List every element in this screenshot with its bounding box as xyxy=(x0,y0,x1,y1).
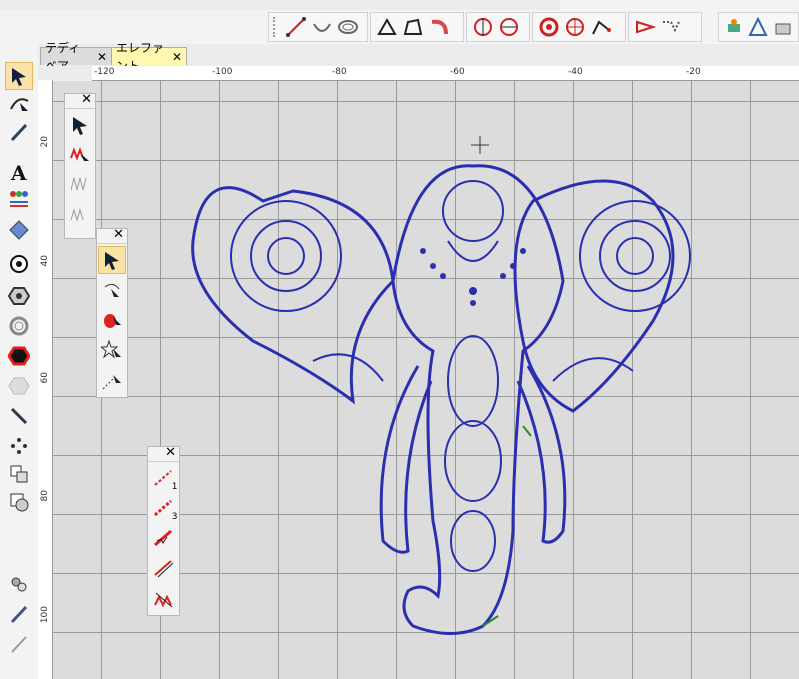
run1-icon[interactable]: 1 xyxy=(150,464,178,492)
h-tick: -80 xyxy=(332,67,347,77)
stitch-panel-1: ✕ xyxy=(64,92,96,239)
panel-header: ✕ xyxy=(97,227,127,244)
toolbar-group-fold xyxy=(628,12,702,42)
tab-teddy[interactable]: テディベア ✕ xyxy=(40,41,112,73)
pins-icon[interactable] xyxy=(5,570,33,598)
menu-strip xyxy=(0,0,560,10)
satellite-icon[interactable] xyxy=(723,15,745,39)
spiral-ring-icon[interactable] xyxy=(5,312,33,340)
close-icon[interactable]: ✕ xyxy=(113,227,124,242)
wheel-icon[interactable] xyxy=(537,15,561,39)
fill-icon[interactable] xyxy=(150,584,178,612)
v-tick: 40 xyxy=(40,255,50,267)
h-tick: -40 xyxy=(568,67,583,77)
cut-icon[interactable] xyxy=(471,15,495,39)
run-count: 1 xyxy=(171,482,178,492)
dots-icon[interactable] xyxy=(5,432,33,460)
satin-icon[interactable] xyxy=(150,554,178,582)
close-icon[interactable]: ✕ xyxy=(172,48,182,66)
polygon-icon[interactable] xyxy=(401,15,425,39)
run3-icon[interactable]: 3 xyxy=(150,494,178,522)
zigzag-icon[interactable] xyxy=(66,141,94,169)
monogram-icon[interactable] xyxy=(5,216,33,244)
close-icon[interactable]: ✕ xyxy=(97,48,107,66)
pen2-icon[interactable] xyxy=(5,630,33,658)
vertex-icon[interactable] xyxy=(589,15,613,39)
h-tick: -60 xyxy=(450,67,465,77)
arc-icon[interactable] xyxy=(427,15,451,39)
stitch-b-icon[interactable] xyxy=(66,201,94,229)
hex-plain-icon[interactable] xyxy=(5,372,33,400)
close-icon[interactable]: ✕ xyxy=(165,445,176,460)
document-tabs: テディベア ✕ エレファント ✕ xyxy=(38,41,799,73)
left-toolbar: A xyxy=(0,44,39,679)
node-edit-icon[interactable] xyxy=(375,15,399,39)
curve-icon[interactable] xyxy=(310,15,334,39)
line-icon[interactable] xyxy=(284,15,308,39)
toolbar-group-edit xyxy=(718,12,799,42)
rotate-icon[interactable] xyxy=(98,276,126,304)
text-icon[interactable]: A xyxy=(5,158,33,186)
crane-icon[interactable] xyxy=(772,15,794,39)
h-tick: -20 xyxy=(686,67,701,77)
circle-icon[interactable] xyxy=(5,250,33,278)
run-stitch-panel: ✕ 1 3 xyxy=(147,445,180,616)
stitch-a-icon[interactable] xyxy=(66,171,94,199)
spiral-icon[interactable] xyxy=(336,15,360,39)
run-count: 3 xyxy=(171,512,178,522)
split-icon[interactable] xyxy=(497,15,521,39)
fold-icon[interactable] xyxy=(633,15,657,39)
crosshair-cursor-icon xyxy=(471,136,489,154)
hexagon-icon[interactable] xyxy=(5,282,33,310)
red-hexagon-icon[interactable] xyxy=(5,342,33,370)
shapes-icon[interactable] xyxy=(5,488,33,516)
v-tick: 80 xyxy=(40,490,50,502)
ruler-corner xyxy=(38,66,92,80)
h-tick: -120 xyxy=(94,67,115,77)
vertical-ruler: 20 40 60 80 100 xyxy=(38,80,53,679)
sel-icon[interactable] xyxy=(66,111,94,139)
line-arrow-icon[interactable] xyxy=(98,366,126,394)
compass-icon[interactable] xyxy=(563,15,587,39)
arrow-icon[interactable] xyxy=(98,246,126,274)
frame-icon[interactable] xyxy=(5,460,33,488)
reshape-icon[interactable] xyxy=(5,90,33,118)
toolbar-group-draw xyxy=(268,12,368,42)
close-icon[interactable]: ✕ xyxy=(81,92,92,107)
h-tick: -100 xyxy=(212,67,233,77)
panel-header: ✕ xyxy=(65,92,95,109)
people-icon[interactable] xyxy=(5,184,33,212)
toolbar-group-cut xyxy=(466,12,530,42)
knife-icon[interactable] xyxy=(5,402,33,430)
star-icon[interactable] xyxy=(98,336,126,364)
puzzle-icon[interactable] xyxy=(659,15,683,39)
select-panel: ✕ xyxy=(96,227,128,398)
triple-icon[interactable] xyxy=(150,524,178,552)
scale-icon[interactable] xyxy=(747,15,769,39)
paint-icon[interactable] xyxy=(98,306,126,334)
needle-icon[interactable] xyxy=(5,600,33,628)
toolbar-group-shape xyxy=(532,12,626,42)
panel-header: ✕ xyxy=(148,445,179,462)
tab-elephant[interactable]: エレファント ✕ xyxy=(111,41,187,73)
v-tick: 60 xyxy=(40,372,50,384)
toolbar-group-node xyxy=(370,12,464,42)
v-tick: 100 xyxy=(40,606,50,624)
svg-text:A: A xyxy=(10,161,27,183)
horizontal-ruler: -120 -100 -80 -60 -40 -20 xyxy=(92,66,799,81)
select-arrow-icon[interactable] xyxy=(5,62,33,90)
v-tick: 20 xyxy=(40,136,50,148)
grip[interactable] xyxy=(273,17,279,37)
pen-icon[interactable] xyxy=(5,118,33,146)
